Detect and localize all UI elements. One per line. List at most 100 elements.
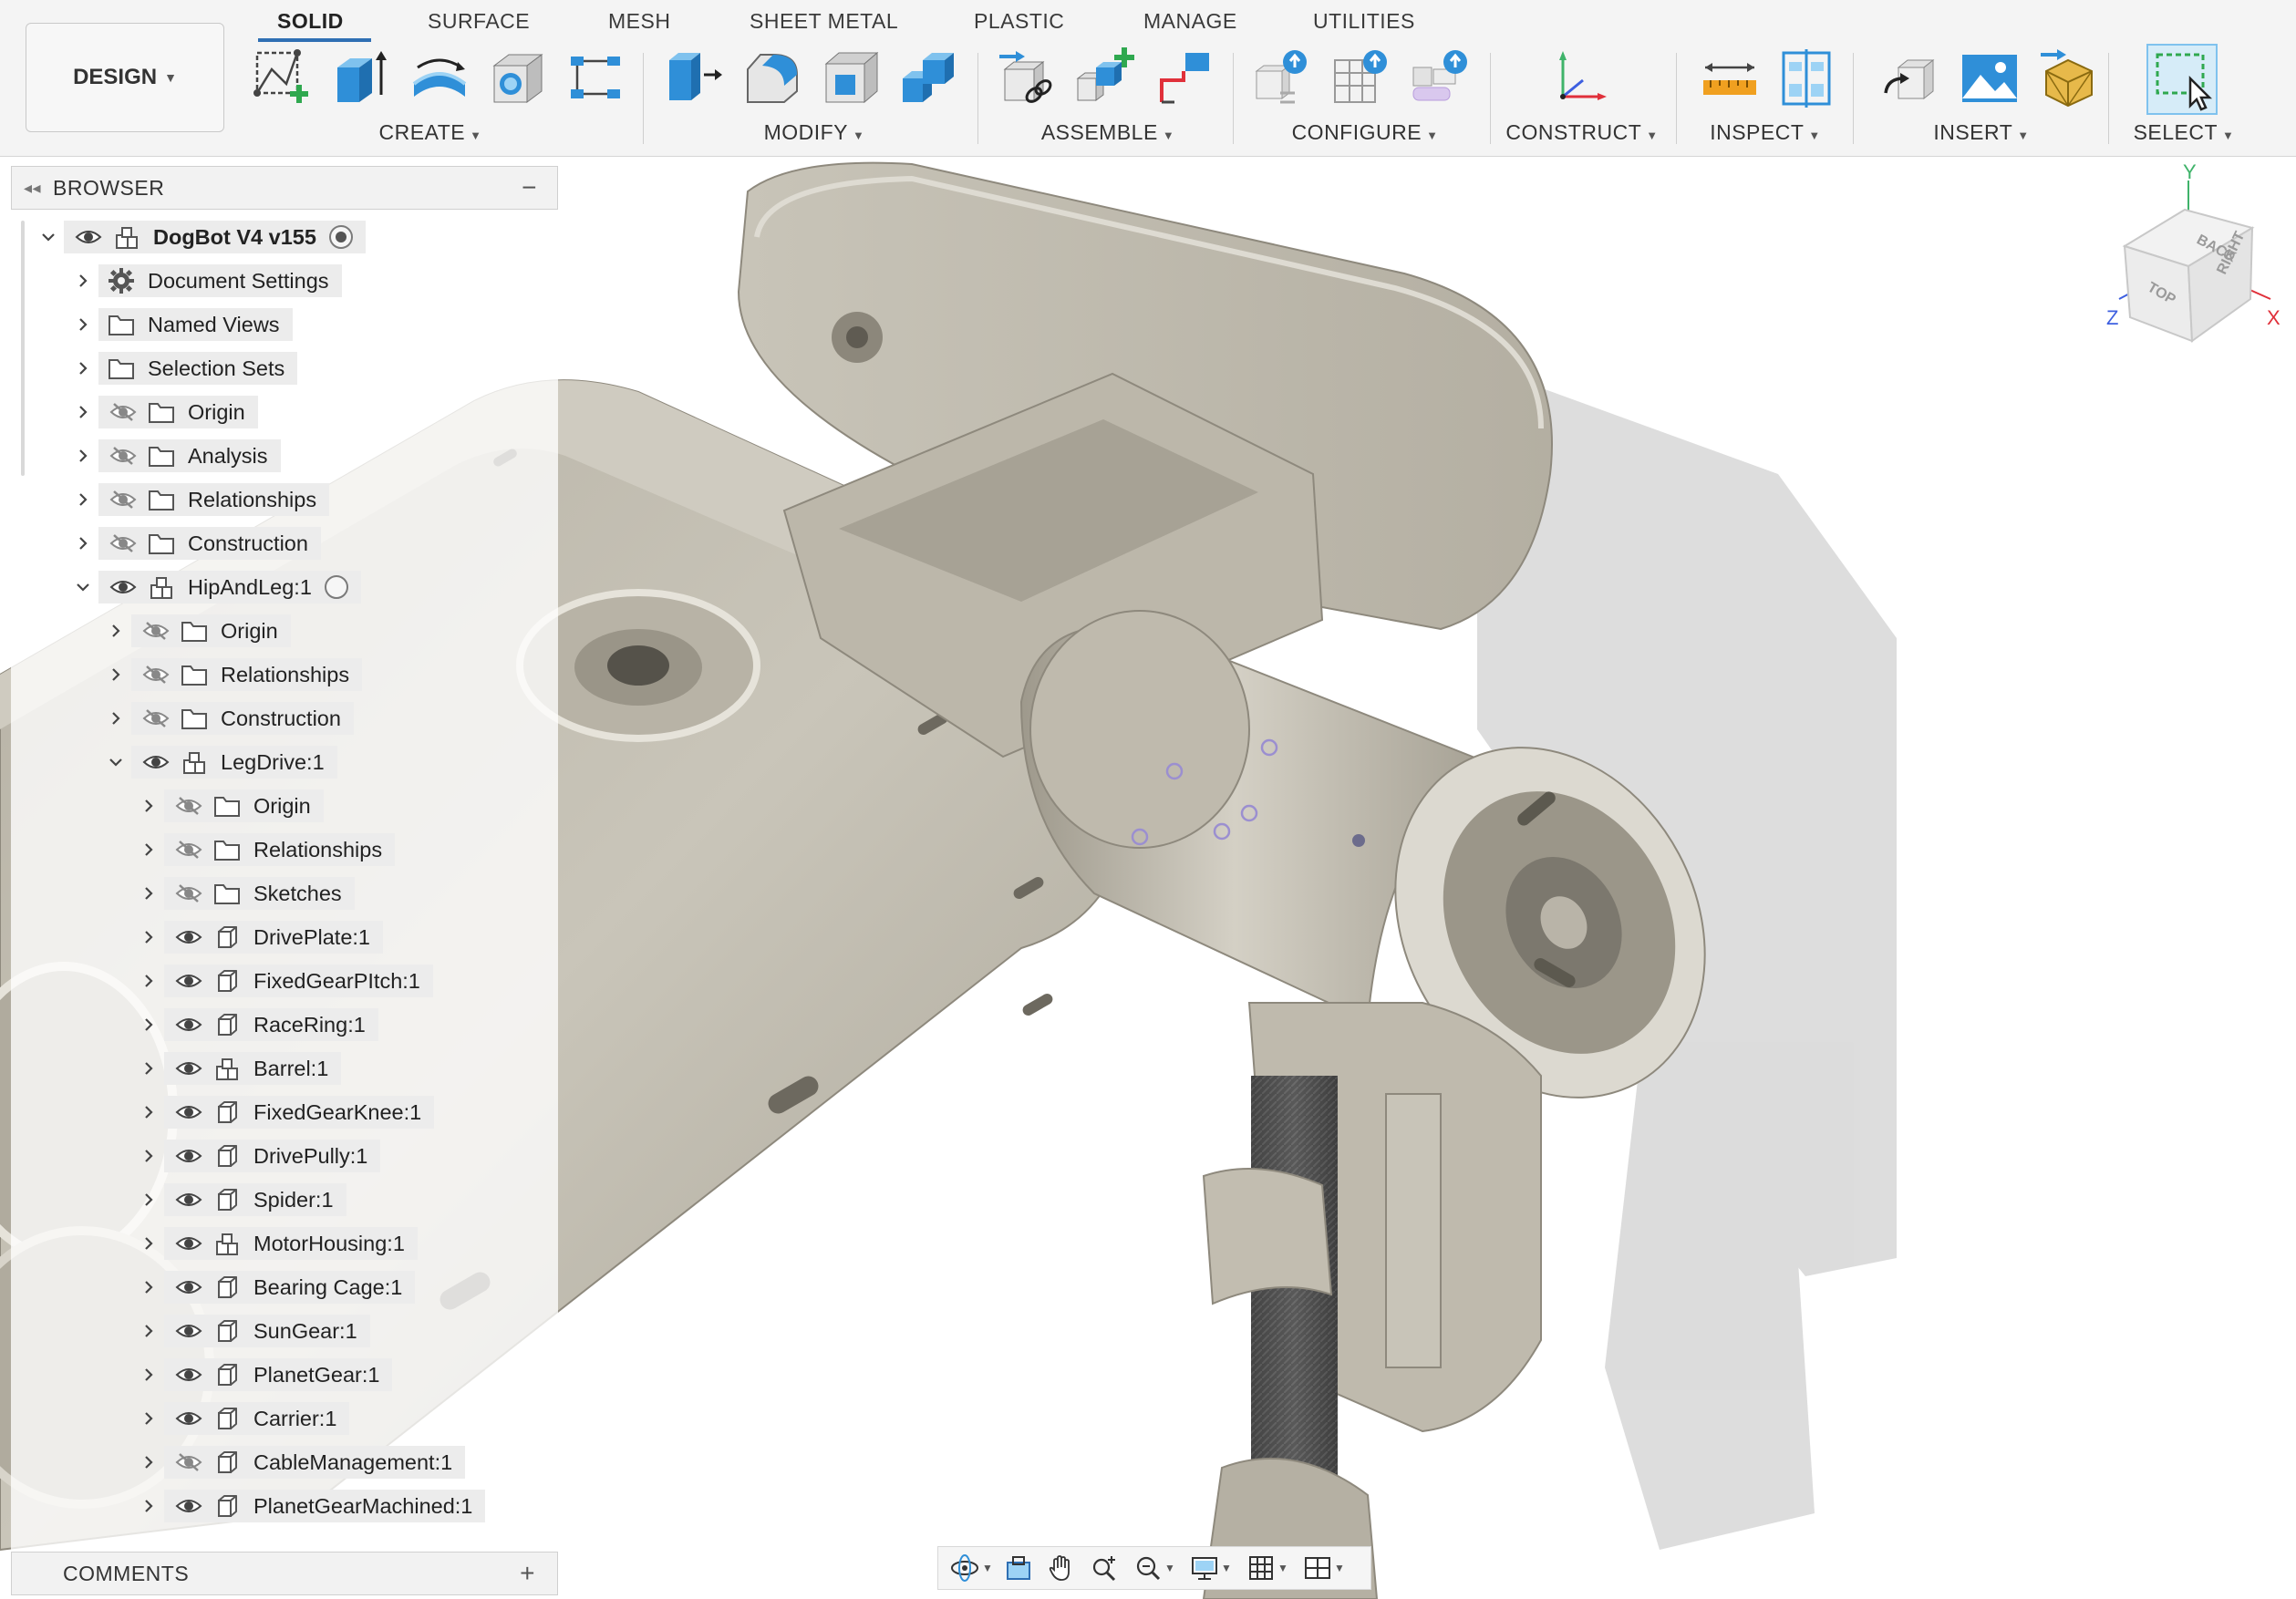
- press-pull-icon[interactable]: [664, 47, 726, 109]
- tab-mesh[interactable]: MESH: [608, 9, 670, 34]
- eye-icon[interactable]: [173, 1232, 204, 1255]
- insert-canvas-icon[interactable]: [1959, 47, 2021, 109]
- eye-icon[interactable]: [173, 969, 204, 993]
- extrude-icon[interactable]: [330, 47, 392, 109]
- eye-hidden-icon[interactable]: [140, 663, 171, 686]
- chevron-right-icon[interactable]: [71, 400, 95, 424]
- browser-item[interactable]: Relationships: [104, 656, 362, 693]
- insert-derive-icon[interactable]: [1880, 47, 1942, 109]
- chevron-right-icon[interactable]: [71, 269, 95, 293]
- fillet-icon[interactable]: [742, 47, 804, 109]
- tab-plastic[interactable]: PLASTIC: [974, 9, 1064, 34]
- eye-icon[interactable]: [173, 1144, 204, 1168]
- eye-icon[interactable]: [173, 1057, 204, 1080]
- tab-manage[interactable]: MANAGE: [1143, 9, 1237, 34]
- pattern-icon[interactable]: [565, 47, 627, 109]
- chevron-right-icon[interactable]: [137, 1363, 160, 1387]
- eye-hidden-icon[interactable]: [140, 619, 171, 643]
- comments-panel[interactable]: COMMENTS +: [11, 1552, 558, 1595]
- configure-menu[interactable]: CONFIGURE ▼: [1253, 120, 1477, 145]
- browser-item[interactable]: Sketches: [137, 875, 355, 912]
- eye-hidden-icon[interactable]: [173, 838, 204, 861]
- eye-hidden-icon[interactable]: [108, 400, 139, 424]
- chevron-down-icon[interactable]: [104, 750, 128, 774]
- eye-hidden-icon[interactable]: [173, 1450, 204, 1474]
- eye-hidden-icon[interactable]: [140, 707, 171, 730]
- chevron-right-icon[interactable]: [137, 1232, 160, 1255]
- eye-icon[interactable]: [173, 1188, 204, 1212]
- construct-menu[interactable]: CONSTRUCT ▼: [1505, 120, 1660, 145]
- eye-icon[interactable]: [173, 1407, 204, 1430]
- collapse-panel-icon[interactable]: ◂◂: [12, 179, 53, 198]
- grid-settings-button[interactable]: ▼: [1241, 1551, 1294, 1585]
- chevron-right-icon[interactable]: [137, 925, 160, 949]
- insert-mesh-icon[interactable]: [2037, 47, 2099, 109]
- chevron-right-icon[interactable]: [71, 313, 95, 336]
- eye-hidden-icon[interactable]: [108, 531, 139, 555]
- chevron-right-icon[interactable]: [137, 1494, 160, 1518]
- configure-rules-icon[interactable]: [1410, 47, 1472, 109]
- chevron-right-icon[interactable]: [71, 444, 95, 468]
- chevron-right-icon[interactable]: [71, 488, 95, 511]
- workspace-design-button[interactable]: DESIGN ▼: [26, 23, 224, 132]
- chevron-right-icon[interactable]: [137, 882, 160, 905]
- tab-surface[interactable]: SURFACE: [428, 9, 530, 34]
- new-component-icon[interactable]: [1074, 47, 1136, 109]
- eye-hidden-icon[interactable]: [108, 444, 139, 468]
- pan-button[interactable]: [1040, 1551, 1081, 1585]
- browser-item[interactable]: PlanetGearMachined:1: [137, 1488, 485, 1524]
- browser-item[interactable]: DrivePully:1: [137, 1138, 380, 1174]
- browser-item[interactable]: DrivePlate:1: [137, 919, 383, 955]
- chevron-right-icon[interactable]: [71, 356, 95, 380]
- orbit-button[interactable]: ▼: [946, 1551, 997, 1585]
- eye-icon[interactable]: [108, 575, 139, 599]
- section-analysis-icon[interactable]: [1778, 47, 1840, 109]
- revolve-icon[interactable]: [409, 47, 471, 109]
- new-component-link-icon[interactable]: [996, 47, 1058, 109]
- browser-item[interactable]: Carrier:1: [137, 1400, 349, 1437]
- activate-component-radio[interactable]: [324, 575, 348, 599]
- chevron-right-icon[interactable]: [104, 663, 128, 686]
- browser-item[interactable]: Relationships: [71, 481, 329, 518]
- tab-utilities[interactable]: UTILITIES: [1313, 9, 1415, 34]
- inspect-menu[interactable]: INSPECT ▼: [1692, 120, 1838, 145]
- browser-item[interactable]: SunGear:1: [137, 1313, 370, 1349]
- browser-item[interactable]: Analysis: [71, 438, 281, 474]
- zoom-window-button[interactable]: ▼: [1128, 1551, 1181, 1585]
- chevron-down-icon[interactable]: [36, 225, 60, 249]
- browser-item[interactable]: FixedGearKnee:1: [137, 1094, 434, 1130]
- chevron-right-icon[interactable]: [104, 619, 128, 643]
- create-menu[interactable]: CREATE ▼: [243, 120, 618, 145]
- browser-item[interactable]: HipAndLeg:1: [71, 569, 361, 605]
- chevron-right-icon[interactable]: [137, 838, 160, 861]
- display-settings-button[interactable]: ▼: [1184, 1551, 1237, 1585]
- browser-item[interactable]: PlanetGear:1: [137, 1357, 392, 1393]
- viewports-button[interactable]: ▼: [1298, 1551, 1350, 1585]
- eye-icon[interactable]: [173, 1363, 204, 1387]
- joint-icon[interactable]: [1153, 47, 1215, 109]
- browser-item[interactable]: DogBot V4 v155: [36, 219, 366, 255]
- browser-item[interactable]: MotorHousing:1: [137, 1225, 418, 1262]
- chevron-right-icon[interactable]: [137, 1188, 160, 1212]
- browser-item[interactable]: Spider:1: [137, 1181, 346, 1218]
- create-sketch-icon[interactable]: [252, 47, 314, 109]
- zoom-button[interactable]: [1084, 1551, 1124, 1585]
- browser-item[interactable]: Selection Sets: [71, 350, 297, 387]
- browser-item[interactable]: Named Views: [71, 306, 293, 343]
- chevron-right-icon[interactable]: [137, 1319, 160, 1343]
- eye-icon[interactable]: [173, 1013, 204, 1037]
- select-window-icon[interactable]: [2146, 44, 2218, 115]
- eye-icon[interactable]: [140, 750, 171, 774]
- chevron-right-icon[interactable]: [137, 794, 160, 818]
- browser-item[interactable]: LegDrive:1: [104, 744, 337, 780]
- browser-item[interactable]: Barrel:1: [137, 1050, 341, 1087]
- select-menu[interactable]: SELECT ▼: [2125, 120, 2243, 145]
- browser-item[interactable]: Origin: [104, 613, 291, 649]
- browser-item[interactable]: Document Settings: [71, 263, 342, 299]
- activate-component-radio[interactable]: [328, 225, 353, 249]
- eye-icon[interactable]: [173, 1100, 204, 1124]
- eye-hidden-icon[interactable]: [173, 794, 204, 818]
- eye-icon[interactable]: [173, 1494, 204, 1518]
- insert-menu[interactable]: INSERT ▼: [1869, 120, 2094, 145]
- browser-item[interactable]: RaceRing:1: [137, 1006, 378, 1043]
